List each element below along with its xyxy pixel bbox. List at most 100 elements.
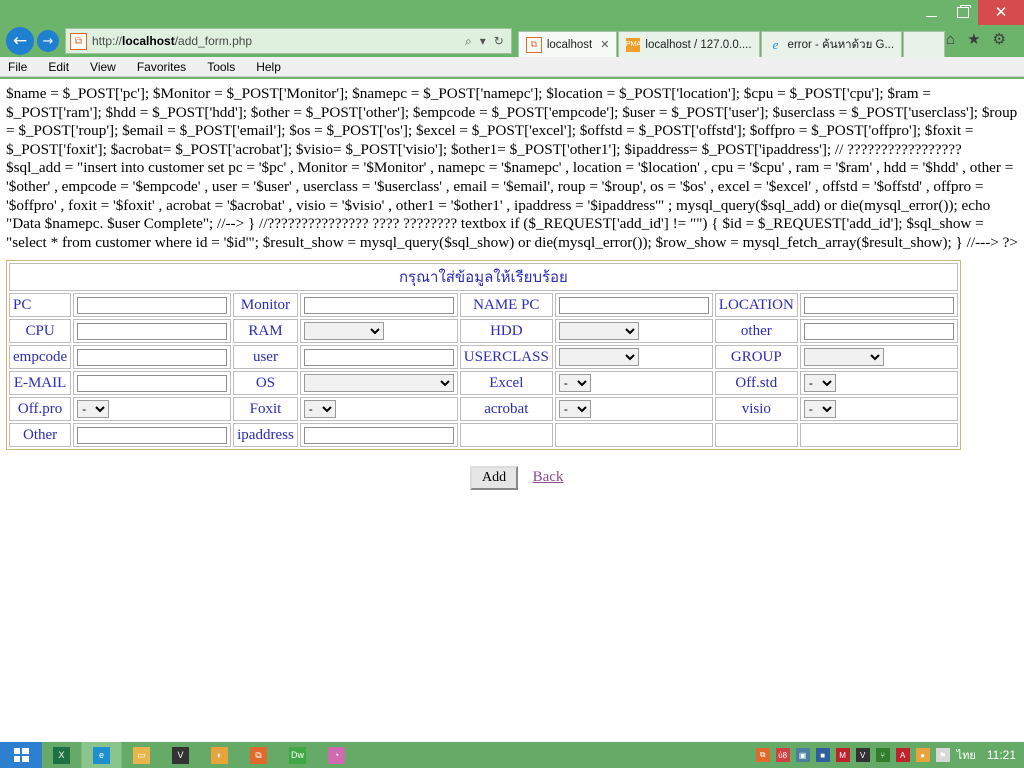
input-location[interactable] bbox=[804, 297, 954, 314]
browser-window: ✕ ← → ⧉ http://localhost/add_form.php ⌕ … bbox=[0, 0, 1024, 742]
address-bar[interactable]: ⧉ http://localhost/add_form.php ⌕ ▾ ↻ bbox=[65, 28, 512, 54]
chevron-down-icon[interactable]: ▾ bbox=[480, 34, 486, 48]
select-acrobat[interactable]: - bbox=[559, 400, 591, 418]
update-icon[interactable]: ● bbox=[916, 748, 930, 762]
menu-view[interactable]: View bbox=[90, 60, 116, 74]
field-cell-ram bbox=[300, 319, 458, 343]
page-icon[interactable]: ⧉ bbox=[239, 742, 278, 768]
field-label-acrobat: acrobat bbox=[460, 397, 553, 421]
folder-icon-glyph: ▭ bbox=[133, 747, 150, 764]
dreamweaver-icon[interactable]: Dw bbox=[278, 742, 317, 768]
tab-close-icon[interactable]: ✕ bbox=[600, 38, 609, 51]
tab-localhost[interactable]: ⧉ localhost ✕ bbox=[518, 31, 618, 57]
usb-icon[interactable]: ⑂ bbox=[876, 748, 890, 762]
back-link[interactable]: Back bbox=[533, 469, 564, 485]
select-ram[interactable] bbox=[304, 322, 384, 340]
gear-icon[interactable]: ⚙ bbox=[993, 30, 1006, 48]
field-cell-ipaddress bbox=[300, 423, 458, 447]
close-button[interactable]: ✕ bbox=[978, 0, 1024, 25]
select-visio[interactable]: - bbox=[804, 400, 836, 418]
input-name-pc[interactable] bbox=[559, 297, 709, 314]
vnc-tray-icon[interactable]: V bbox=[856, 748, 870, 762]
folder-icon[interactable]: ▭ bbox=[122, 742, 161, 768]
ie-icon[interactable]: e bbox=[81, 742, 122, 768]
select-excel[interactable]: - bbox=[559, 374, 591, 392]
field-label-user: user bbox=[233, 345, 298, 369]
field-label-visio: visio bbox=[715, 397, 798, 421]
field-cell-other bbox=[73, 423, 231, 447]
app-orange-icon[interactable]: ◐ bbox=[200, 742, 239, 768]
favorites-star-icon[interactable]: ★ bbox=[967, 30, 980, 48]
input-pc[interactable] bbox=[77, 297, 227, 314]
input-ipaddress[interactable] bbox=[304, 427, 454, 444]
select-userclass[interactable] bbox=[559, 348, 639, 366]
select-group[interactable] bbox=[804, 348, 884, 366]
field-label-cpu: CPU bbox=[9, 319, 71, 343]
windows-logo-icon bbox=[14, 748, 29, 762]
volume-muted-icon[interactable]: ὐ8 bbox=[776, 748, 790, 762]
input-cpu[interactable] bbox=[77, 323, 227, 340]
network-icon[interactable]: ▣ bbox=[796, 748, 810, 762]
field-label-off-std: Off.std bbox=[715, 371, 798, 395]
acrobat-icon[interactable]: A bbox=[896, 748, 910, 762]
search-icon[interactable]: ⌕ bbox=[465, 34, 472, 49]
input-monitor[interactable] bbox=[304, 297, 454, 314]
select-off-std[interactable]: - bbox=[804, 374, 836, 392]
excel-icon[interactable]: X bbox=[42, 742, 81, 768]
select-hdd[interactable] bbox=[559, 322, 639, 340]
field-label-monitor: Monitor bbox=[233, 293, 298, 317]
select-foxit[interactable]: - bbox=[304, 400, 336, 418]
clock[interactable]: 11:21 bbox=[987, 748, 1016, 762]
page-tray-icon[interactable]: ⧉ bbox=[756, 748, 770, 762]
monitor-icon[interactable]: ■ bbox=[816, 748, 830, 762]
page-icon-glyph: ⧉ bbox=[250, 747, 267, 764]
select-os[interactable] bbox=[304, 374, 454, 392]
excel-icon-glyph: X bbox=[53, 747, 70, 764]
select-off-pro[interactable]: - bbox=[77, 400, 109, 418]
menu-edit[interactable]: Edit bbox=[48, 60, 69, 74]
paint-icon[interactable]: ◔ bbox=[317, 742, 356, 768]
menu-tools[interactable]: Tools bbox=[207, 60, 235, 74]
taskbar: Xe▭V◐⧉Dw◔ ⧉ὐ8▣■MV⑂A●⚑ ไทย 11:21 bbox=[0, 742, 1024, 768]
flag-icon[interactable]: ⚑ bbox=[936, 748, 950, 762]
url-text: http://localhost/add_form.php bbox=[92, 34, 465, 48]
menu-favorites[interactable]: Favorites bbox=[137, 60, 186, 74]
vnc-icon[interactable]: V bbox=[161, 742, 200, 768]
field-cell-group bbox=[800, 345, 958, 369]
new-tab-button[interactable] bbox=[903, 31, 945, 57]
menu-help[interactable]: Help bbox=[256, 60, 281, 74]
browser-toolbar-icons: ⌂ ★ ⚙ bbox=[946, 30, 1018, 52]
tab-error-search[interactable]: e error - ค้นหาด้วย G... bbox=[761, 31, 902, 57]
input-other[interactable] bbox=[804, 323, 954, 340]
language-indicator[interactable]: ไทย bbox=[957, 746, 976, 764]
input-e-mail[interactable] bbox=[77, 375, 227, 392]
start-button[interactable] bbox=[0, 742, 42, 768]
field-label-e-mail: E-MAIL bbox=[9, 371, 71, 395]
input-other[interactable] bbox=[77, 427, 227, 444]
field-cell-cpu bbox=[73, 319, 231, 343]
field-label-foxit: Foxit bbox=[233, 397, 298, 421]
field-label-empty bbox=[460, 423, 553, 447]
field-label-empty bbox=[715, 423, 798, 447]
back-button[interactable]: ← bbox=[6, 27, 34, 55]
forward-button[interactable]: → bbox=[37, 30, 59, 52]
address-bar-icons: ⌕ ▾ ↻ bbox=[465, 34, 507, 49]
mcafee-icon[interactable]: M bbox=[836, 748, 850, 762]
home-icon[interactable]: ⌂ bbox=[946, 31, 955, 48]
input-user[interactable] bbox=[304, 349, 454, 366]
field-cell-location bbox=[800, 293, 958, 317]
input-empcode[interactable] bbox=[77, 349, 227, 366]
taskbar-items: Xe ▭ V◐ ⧉ Dw◔ bbox=[42, 742, 356, 768]
field-cell-empty bbox=[800, 423, 958, 447]
minimize-button[interactable] bbox=[916, 0, 947, 25]
menu-file[interactable]: File bbox=[8, 60, 27, 74]
field-cell-foxit: - bbox=[300, 397, 458, 421]
add-button[interactable]: Add bbox=[470, 466, 518, 490]
tab-phpmyadmin[interactable]: PMA localhost / 127.0.0.... bbox=[618, 31, 759, 57]
field-label-other: other bbox=[715, 319, 798, 343]
field-label-ram: RAM bbox=[233, 319, 298, 343]
refresh-icon[interactable]: ↻ bbox=[494, 34, 504, 48]
field-label-group: GROUP bbox=[715, 345, 798, 369]
php-source-text: $name = $_POST['pc']; $Monitor = $_POST[… bbox=[0, 79, 1024, 252]
maximize-button[interactable] bbox=[947, 0, 978, 25]
